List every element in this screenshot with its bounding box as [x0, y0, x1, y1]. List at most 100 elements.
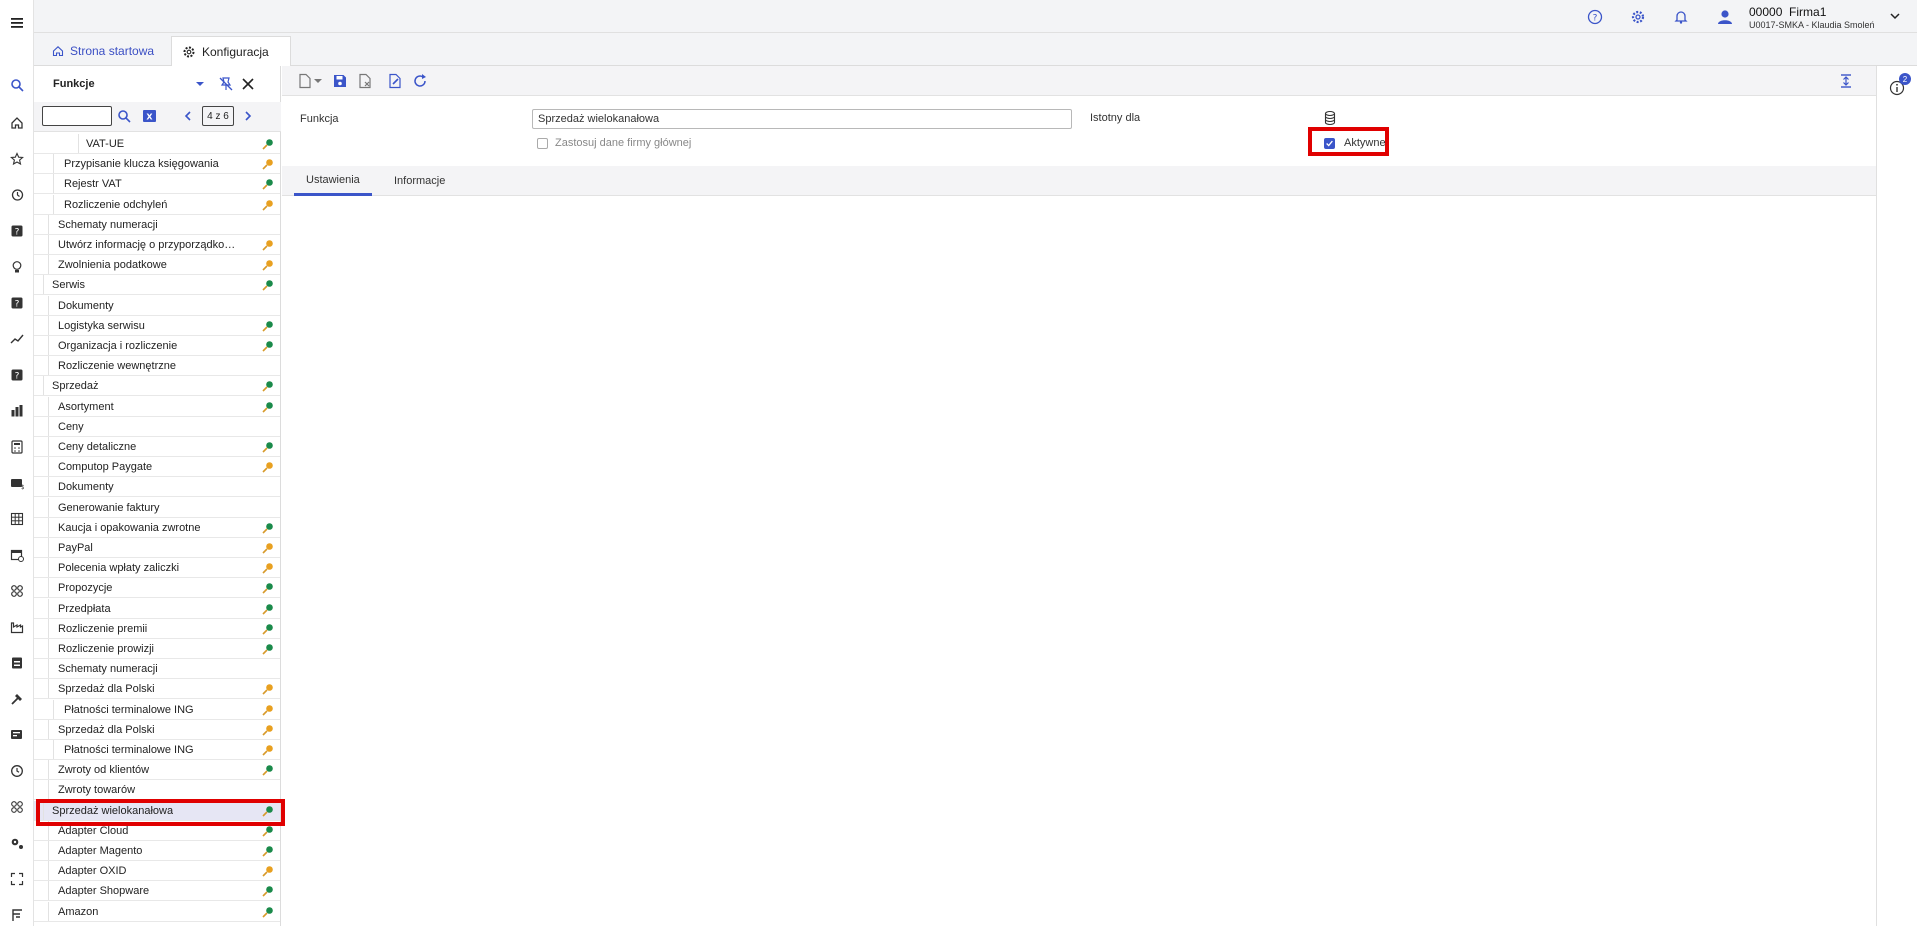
tree-row[interactable]: VAT-UE [34, 134, 280, 154]
tree-row[interactable]: Dokumenty [34, 477, 280, 497]
tree-indent [34, 902, 49, 921]
favorites-icon[interactable] [7, 149, 27, 169]
panel-dropdown-icon[interactable] [194, 78, 206, 90]
tree-row[interactable]: Sprzedaż dla Polski [34, 679, 280, 699]
tab-settings[interactable]: Ustawienia [294, 166, 372, 196]
tree-row[interactable]: Propozycje [34, 578, 280, 598]
clock-icon[interactable] [7, 761, 27, 781]
forms-icon[interactable] [7, 905, 27, 925]
menu-icon[interactable] [7, 13, 27, 33]
unpin-icon[interactable] [218, 76, 234, 92]
pager-field[interactable]: 4 z 6 [202, 106, 234, 126]
new-document-icon[interactable] [297, 73, 313, 89]
discard-icon[interactable] [357, 73, 373, 89]
tree-row-label: Computop Paygate [58, 460, 153, 473]
tree-row[interactable]: Płatności terminalowe ING [34, 740, 280, 760]
status-orange-icon [262, 683, 274, 695]
settings-gears-icon[interactable] [7, 833, 27, 853]
tree-row[interactable]: Zwroty od klientów [34, 760, 280, 780]
tree-row[interactable]: Sprzedaż dla Polski [34, 720, 280, 740]
tree-row[interactable]: Utwórz informację o przyporządkowa... [34, 235, 280, 255]
tree-row[interactable]: Serwis [34, 275, 280, 295]
trend-icon[interactable] [7, 329, 27, 349]
tree-indent [34, 215, 49, 234]
tree-row[interactable]: Adapter Shopware [34, 881, 280, 901]
search-icon[interactable] [7, 75, 27, 95]
tree-row[interactable]: Płatności terminalowe ING [34, 700, 280, 720]
tools-icon[interactable] [7, 689, 27, 709]
apply-main-company-checkbox[interactable] [537, 138, 548, 149]
tree-row[interactable]: Rozliczenie wewnętrzne [34, 356, 280, 376]
expand-icon[interactable] [7, 869, 27, 889]
tree-row[interactable]: Amazon [34, 902, 280, 922]
factory-icon[interactable] [7, 617, 27, 637]
tab-configuration[interactable]: Konfiguracja [171, 36, 291, 66]
tree-row[interactable]: Schematy numeracji [34, 659, 280, 679]
tree-row[interactable]: Rozliczenie prowizji [34, 639, 280, 659]
tree-row[interactable]: Rejestr VAT [34, 174, 280, 194]
function-field[interactable] [532, 109, 1072, 129]
tree-row[interactable]: Przypisanie klucza księgowania [34, 154, 280, 174]
accounting-icon[interactable] [7, 725, 27, 745]
tree-row[interactable]: Rozliczenie premii [34, 619, 280, 639]
tree-row[interactable]: Generowanie faktury [34, 498, 280, 518]
bulb-icon[interactable] [7, 257, 27, 277]
help-app-icon-3[interactable]: ? [7, 365, 27, 385]
close-icon[interactable] [240, 76, 256, 92]
calendar-clock-icon[interactable] [7, 545, 27, 565]
collapse-icon[interactable] [1838, 73, 1854, 89]
chevron-left-icon[interactable] [182, 110, 194, 122]
tree-row[interactable]: Asortyment [34, 397, 280, 417]
tree-row[interactable]: Adapter Magento [34, 841, 280, 861]
stock-chart-icon[interactable] [7, 401, 27, 421]
apps-icon[interactable] [7, 797, 27, 817]
grid-icon[interactable] [7, 509, 27, 529]
refresh-icon[interactable] [412, 73, 428, 89]
tree-row[interactable]: Ceny detaliczne [34, 437, 280, 457]
help-app-icon-2[interactable]: ? [7, 293, 27, 313]
tab-information[interactable]: Informacje [382, 166, 457, 196]
tree-row[interactable]: Przedpłata [34, 599, 280, 619]
tree-row[interactable]: Organizacja i rozliczenie [34, 336, 280, 356]
history-icon[interactable] [7, 185, 27, 205]
tree-row[interactable]: Dokumenty [34, 296, 280, 316]
tree-row-label: Utwórz informację o przyporządkowa... [58, 238, 238, 251]
tree-indent [34, 619, 49, 638]
tree-row[interactable]: Schematy numeracji [34, 215, 280, 235]
tree-row[interactable]: Computop Paygate [34, 457, 280, 477]
company-label[interactable]: 00000 Firma1 [1749, 5, 1826, 19]
tab-start-page[interactable]: Strona startowa [42, 36, 164, 66]
tree-row[interactable]: Kaucja i opakowania zwrotne [34, 518, 280, 538]
tree-row[interactable]: PayPal [34, 538, 280, 558]
tree-indent [34, 841, 49, 860]
tree-row[interactable]: Zwroty towarów [34, 780, 280, 800]
storage-icon[interactable] [7, 653, 27, 673]
notifications-icon[interactable] [1673, 9, 1689, 25]
tree-indent [34, 316, 49, 335]
tree-row[interactable]: Sprzedaż [34, 376, 280, 396]
modules-icon[interactable] [7, 581, 27, 601]
edit-document-icon[interactable] [387, 73, 403, 89]
save-icon[interactable] [332, 73, 348, 89]
status-orange-icon [262, 239, 274, 251]
user-avatar-icon[interactable] [1716, 8, 1734, 26]
tree-row[interactable]: Rozliczenie odchyleń [34, 195, 280, 215]
chevron-right-icon[interactable] [242, 110, 254, 122]
tree-row[interactable]: Ceny [34, 417, 280, 437]
calculator-icon[interactable] [7, 437, 27, 457]
search-icon[interactable] [117, 109, 131, 123]
tree-row[interactable]: Logistyka serwisu [34, 316, 280, 336]
help-icon[interactable]: ? [1587, 9, 1603, 25]
help-app-icon[interactable]: ? [7, 221, 27, 241]
tree-search-input[interactable] [42, 106, 112, 126]
tree-row[interactable]: Polecenia wpłaty zaliczki [34, 558, 280, 578]
new-dropdown-icon[interactable] [313, 73, 323, 89]
tree-row[interactable]: Adapter OXID [34, 861, 280, 881]
excel-export-icon[interactable]: X [142, 109, 157, 123]
home-icon[interactable] [7, 113, 27, 133]
chevron-down-icon[interactable] [1889, 10, 1901, 22]
tree-row[interactable]: Zwolnienia podatkowe [34, 255, 280, 275]
settings-icon[interactable] [1630, 9, 1646, 25]
tree-indent [34, 417, 49, 436]
finance-icon[interactable]: $ [7, 473, 27, 493]
